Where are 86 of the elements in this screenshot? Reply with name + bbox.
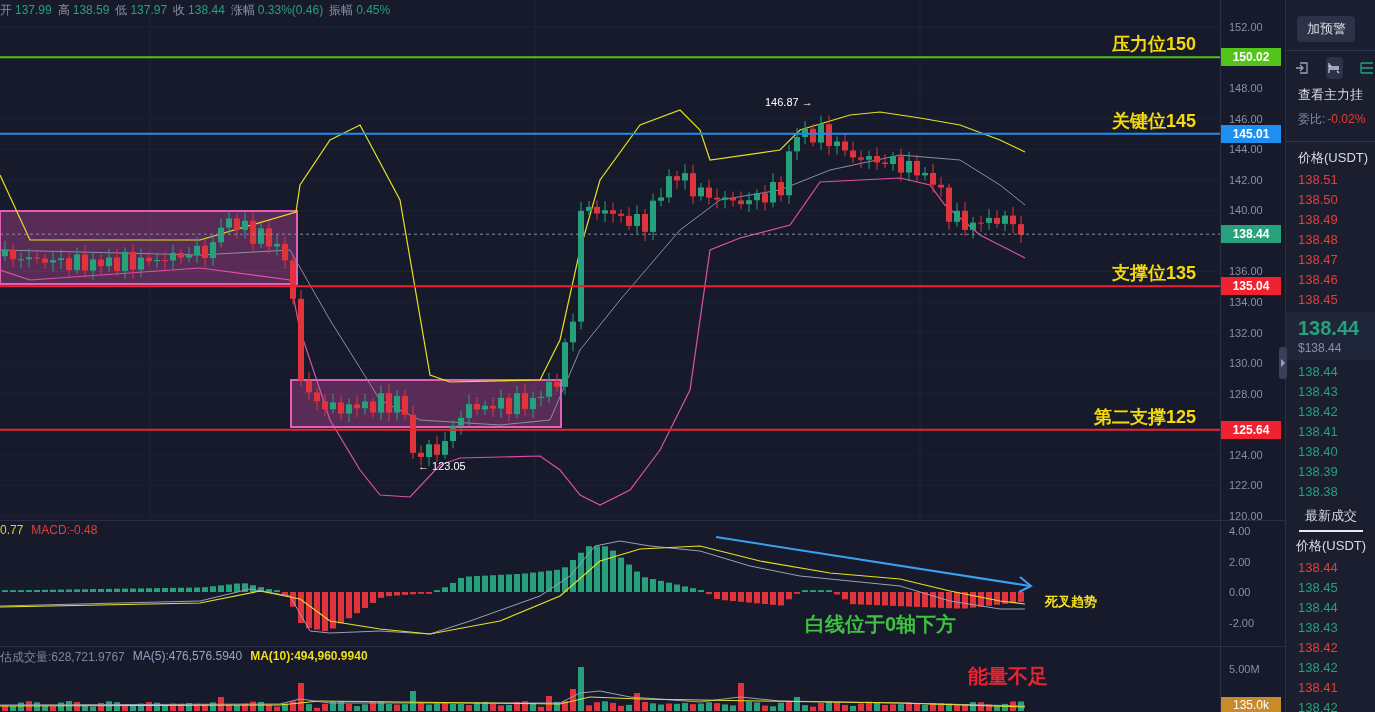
trades-tab[interactable]: 最新成交 <box>1298 508 1363 532</box>
bid-price: 138.41 <box>1297 423 1339 441</box>
ohlc-label: 高 <box>57 3 70 17</box>
ohlc-value: 0.33%(0.46) <box>257 3 324 17</box>
bid-price: 138.42 <box>1297 403 1339 421</box>
trade-price: 138.42 <box>1297 639 1339 657</box>
axis-label: 120.00 <box>1229 509 1263 522</box>
last-price: 138.44 <box>1298 316 1361 340</box>
main-orders-link[interactable]: 查看主力挂 <box>1286 79 1375 103</box>
last-price-usd: $138.44 <box>1298 340 1343 356</box>
indicator-value: MA(10):494,960.9940 <box>250 649 368 665</box>
ask-price: 138.49 <box>1297 211 1339 229</box>
ohlc-label: 收 <box>173 3 186 17</box>
axis-label: 5.00M <box>1229 663 1260 675</box>
high-price-marker: 146.87 → <box>765 96 813 108</box>
axis-label: 146.00 <box>1229 112 1263 125</box>
ask-price: 138.46 <box>1297 271 1339 289</box>
trade-price: 138.44 <box>1297 599 1339 617</box>
axis-label: 128.00 <box>1229 387 1263 400</box>
axis-label: 122.00 <box>1229 479 1263 492</box>
annotation-text: 白线位于0轴下方 <box>805 612 957 637</box>
ohlc-value: 138.44 <box>188 3 225 17</box>
collapse-handle[interactable] <box>1279 347 1287 379</box>
bid-price: 138.40 <box>1297 443 1339 461</box>
annotation-text: 死叉趋势 <box>1045 593 1097 611</box>
axis-label: 144.00 <box>1229 143 1263 156</box>
trade-price: 138.42 <box>1297 659 1339 677</box>
axis-label: 142.00 <box>1229 173 1263 186</box>
annotation-text: 能量不足 <box>968 664 1048 689</box>
bid-price: 138.38 <box>1297 483 1339 501</box>
axis-label: 4.00 <box>1229 525 1251 537</box>
indicator-value: MA(5):476,576.5940 <box>132 649 243 665</box>
indicator-value: MACD:-0.48 <box>31 523 98 537</box>
axis-label: 152.00 <box>1229 21 1263 33</box>
axis-label: 0.00 <box>1229 586 1251 598</box>
level-label: 第二支撑125 <box>1093 405 1196 429</box>
axis-label: 140.00 <box>1229 204 1263 217</box>
price-tag: 135.04 <box>1221 277 1281 296</box>
exit-icon <box>1295 61 1310 75</box>
alert-button[interactable]: 加预警 <box>1297 16 1355 42</box>
level-label: 压力位150 <box>1111 33 1196 57</box>
toolbar-button[interactable] <box>1326 57 1343 79</box>
ask-price: 138.50 <box>1297 191 1339 209</box>
volume-tag: 135.0k <box>1221 697 1281 712</box>
trade-price: 138.42 <box>1297 699 1339 712</box>
axis-label: 148.00 <box>1229 82 1263 95</box>
ohlc-value: 137.99 <box>15 3 52 17</box>
axis-label: 124.00 <box>1229 448 1263 461</box>
list-icon <box>1359 61 1374 75</box>
ask-price: 138.51 <box>1297 171 1339 189</box>
price-tag: 125.64 <box>1221 420 1281 439</box>
axis-label: 2.00 <box>1229 555 1251 568</box>
price-tag: 145.01 <box>1221 124 1281 143</box>
bid-price: 138.39 <box>1297 463 1339 481</box>
swap-icon <box>1327 61 1342 75</box>
trade-price: 138.44 <box>1297 559 1339 577</box>
ask-price: 138.48 <box>1297 231 1339 249</box>
trade-price: 138.45 <box>1297 579 1339 597</box>
axis-label: 130.00 <box>1229 357 1263 370</box>
level-label: 支撑位135 <box>1111 262 1196 286</box>
ohlc-label: 低 <box>115 3 128 17</box>
ohlc-value: 138.59 <box>72 3 110 17</box>
bid-price: 138.43 <box>1297 383 1339 401</box>
bid-price: 138.44 <box>1297 363 1339 381</box>
ratio-label: 委比: <box>1298 111 1326 127</box>
ask-price: 138.45 <box>1297 291 1339 309</box>
trade-price: 138.41 <box>1297 679 1339 697</box>
ohlc-value: 0.45% <box>356 3 391 17</box>
price-tag: 138.44 <box>1221 225 1281 244</box>
trade-price: 138.43 <box>1297 619 1339 637</box>
axis-label: -2.00 <box>1229 616 1255 629</box>
ask-price: 138.47 <box>1297 251 1339 269</box>
axis-label: 132.00 <box>1229 326 1263 339</box>
column-header: 价格(USDT) <box>1297 149 1370 167</box>
ohlc-label: 涨幅 <box>230 3 255 17</box>
column-header: 价格(USDT) <box>1295 537 1368 555</box>
axis-label: 136.00 <box>1229 265 1263 278</box>
ohlc-label: 开 <box>0 3 12 17</box>
ohlc-value: 137.97 <box>130 3 168 17</box>
axis-label: 134.00 <box>1229 296 1263 309</box>
ohlc-label: 振幅 <box>329 3 354 17</box>
ratio-value: -0.02% <box>1327 111 1366 127</box>
indicator-value: 0.77 <box>0 523 24 537</box>
indicator-value: 估成交量:628,721.9767 <box>0 649 125 666</box>
level-label: 关键位145 <box>1111 109 1196 133</box>
price-tag: 150.02 <box>1221 48 1281 67</box>
